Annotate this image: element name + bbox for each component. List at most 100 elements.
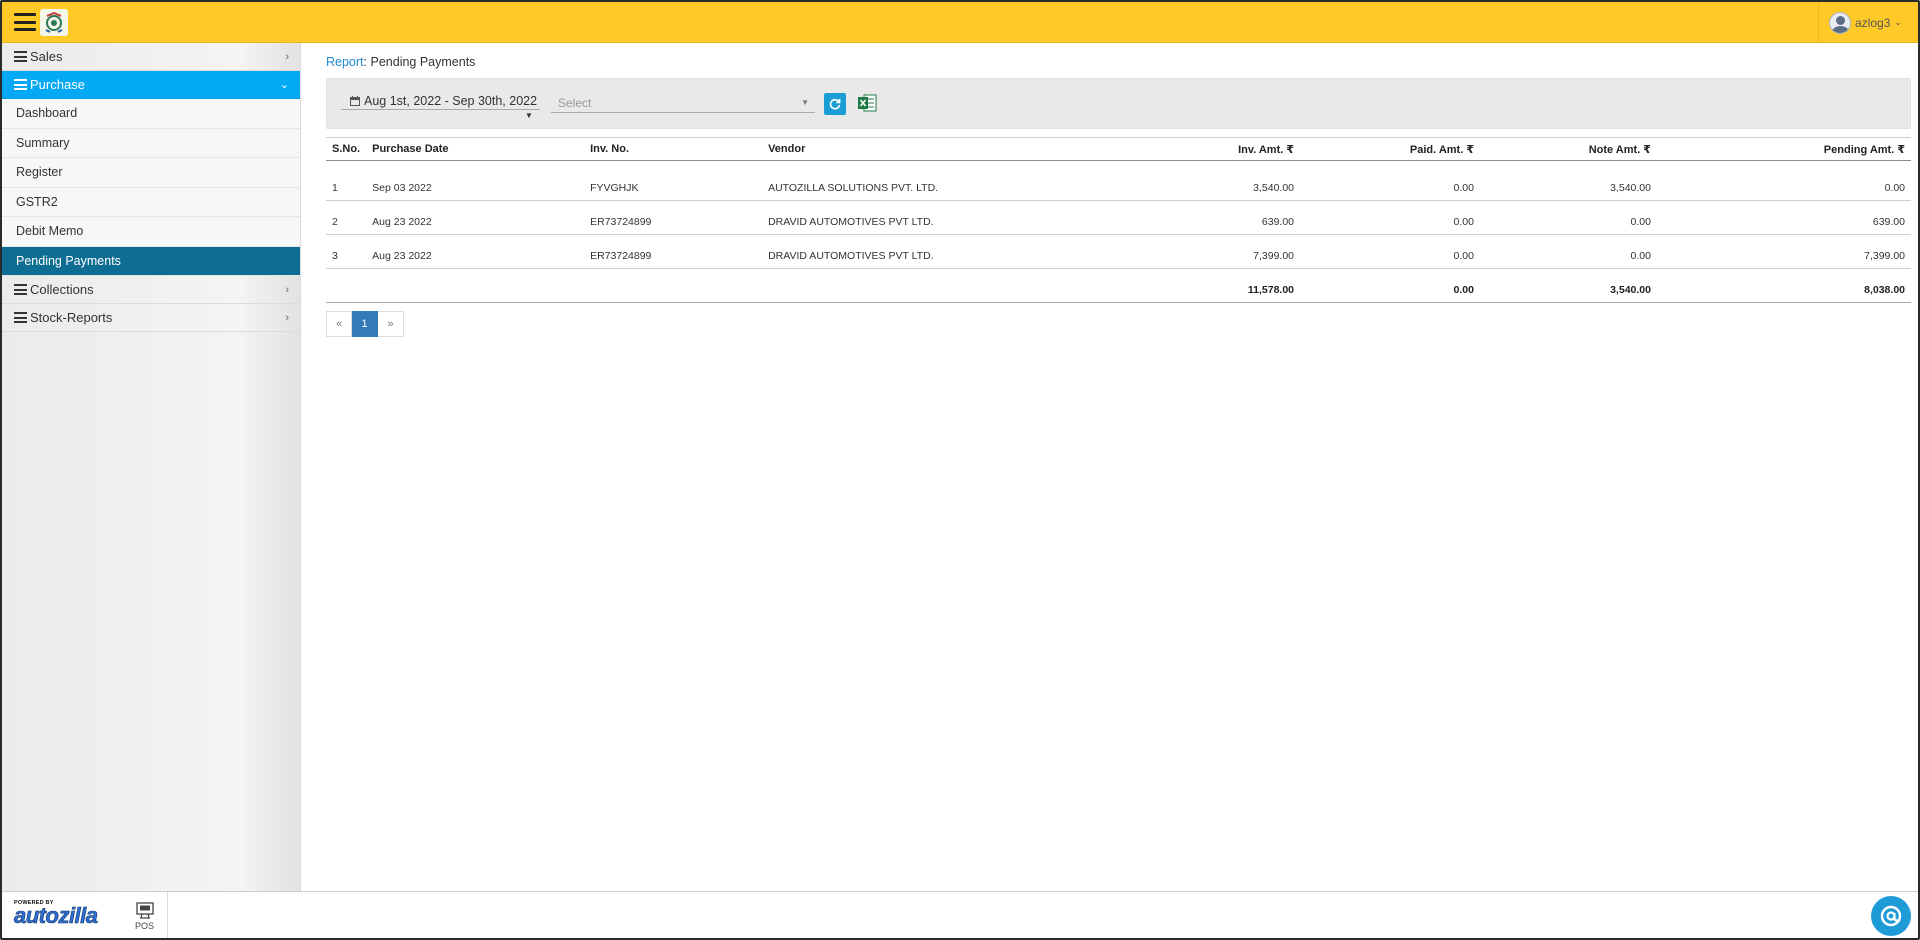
top-bar: azlog3 ⌄ xyxy=(2,2,1918,43)
footer-bar: POWERED BY autozilla POS xyxy=(2,891,1918,938)
main-content: Report: Pending Payments Aug 1st, 2022 -… xyxy=(326,43,1911,891)
column-header-inv-amt[interactable]: Inv. Amt. ₹ xyxy=(1101,137,1301,161)
cell-inv-no: ER73724899 xyxy=(584,234,763,269)
menu-bars-icon xyxy=(14,51,27,62)
menu-bars-icon xyxy=(14,79,27,90)
cell-note-amt: 0.00 xyxy=(1479,200,1657,235)
user-menu[interactable]: azlog3 ⌄ xyxy=(1818,2,1918,43)
pagination-prev-button[interactable]: « xyxy=(326,311,352,337)
cell-pending-amt: 0.00 xyxy=(1656,160,1911,201)
sidebar-item-debit-memo[interactable]: Debit Memo xyxy=(2,217,300,247)
cell-pending-amt: 7,399.00 xyxy=(1656,234,1911,269)
column-header-purchase-date[interactable]: Purchase Date xyxy=(366,137,585,161)
column-header-inv-no[interactable]: Inv. No. xyxy=(584,137,763,161)
app-window: azlog3 ⌄ Sales › Purchase ⌄ Dashboard Su… xyxy=(0,0,1920,940)
table-row[interactable]: 2 Aug 23 2022 ER73724899 DRAVID AUTOMOTI… xyxy=(326,200,1911,235)
column-header-paid-amt[interactable]: Paid. Amt. ₹ xyxy=(1300,137,1480,161)
table-row[interactable]: 1 Sep 03 2022 FYVGHJK AUTOZILLA SOLUTION… xyxy=(326,160,1911,201)
column-header-vendor[interactable]: Vendor xyxy=(762,137,1102,161)
chevron-right-icon: › xyxy=(285,311,289,324)
cell-sno: 3 xyxy=(326,234,367,269)
caret-down-icon: ▼ xyxy=(801,98,809,107)
page-title: Pending Payments xyxy=(370,55,476,69)
sidebar-group-label: Collections xyxy=(30,282,94,297)
sidebar-item-dashboard[interactable]: Dashboard xyxy=(2,99,300,129)
total-spacer xyxy=(584,268,763,303)
cell-inv-no: FYVGHJK xyxy=(584,160,763,201)
sidebar-group-purchase[interactable]: Purchase ⌄ xyxy=(2,71,300,99)
breadcrumb-report-link[interactable]: Report xyxy=(326,55,364,69)
pos-button[interactable]: POS xyxy=(122,892,168,938)
cell-sno: 1 xyxy=(326,160,367,201)
total-spacer xyxy=(326,268,367,303)
export-excel-button[interactable] xyxy=(857,93,877,113)
sidebar-item-summary[interactable]: Summary xyxy=(2,128,300,158)
table-header-row: S.No. Purchase Date Inv. No. Vendor Inv.… xyxy=(326,137,1911,161)
refresh-button[interactable] xyxy=(824,93,846,115)
sidebar-item-register[interactable]: Register xyxy=(2,158,300,188)
sidebar-group-label: Purchase xyxy=(30,77,85,92)
column-header-sno[interactable]: S.No. xyxy=(326,137,367,161)
sidebar-group-collections[interactable]: Collections › xyxy=(2,276,300,304)
total-note-amt: 3,540.00 xyxy=(1479,268,1657,303)
chevron-down-icon: ⌄ xyxy=(1894,17,1902,27)
sidebar-group-sales[interactable]: Sales › xyxy=(2,43,300,71)
date-range-picker[interactable]: Aug 1st, 2022 - Sep 30th, 2022 xyxy=(341,93,540,110)
cell-purchase-date: Sep 03 2022 xyxy=(366,160,585,201)
breadcrumb-separator: : xyxy=(363,55,368,69)
select-placeholder: Select xyxy=(558,95,592,110)
cell-inv-no: ER73724899 xyxy=(584,200,763,235)
chevron-right-icon: › xyxy=(285,50,289,63)
vendor-select[interactable]: Select ▼ xyxy=(551,93,815,113)
cell-paid-amt: 0.00 xyxy=(1300,160,1480,201)
chevron-down-icon: ⌄ xyxy=(279,79,289,91)
user-avatar-icon xyxy=(1829,11,1851,34)
total-inv-amt: 11,578.00 xyxy=(1101,268,1301,303)
sidebar: Sales › Purchase ⌄ Dashboard Summary Reg… xyxy=(2,43,301,891)
cell-note-amt: 0.00 xyxy=(1479,234,1657,269)
menu-bars-icon xyxy=(14,312,27,323)
cell-purchase-date: Aug 23 2022 xyxy=(366,234,585,269)
sidebar-group-stock-reports[interactable]: Stock-Reports › xyxy=(2,304,300,332)
date-range-value: Aug 1st, 2022 - Sep 30th, 2022 xyxy=(364,94,538,108)
cell-purchase-date: Aug 23 2022 xyxy=(366,200,585,235)
user-name: azlog3 xyxy=(1855,15,1891,30)
table-row[interactable]: 3 Aug 23 2022 ER73724899 DRAVID AUTOMOTI… xyxy=(326,234,1911,269)
menu-bars-icon xyxy=(14,284,27,295)
caret-down-icon[interactable]: ▼ xyxy=(525,111,533,120)
refresh-icon xyxy=(829,98,841,110)
cell-pending-amt: 639.00 xyxy=(1656,200,1911,235)
column-header-note-amt[interactable]: Note Amt. ₹ xyxy=(1479,137,1657,161)
cell-paid-amt: 0.00 xyxy=(1300,200,1480,235)
sidebar-group-label: Sales xyxy=(30,49,63,64)
pagination-next-button[interactable]: » xyxy=(378,311,404,337)
pending-payments-table: S.No. Purchase Date Inv. No. Vendor Inv.… xyxy=(326,137,1911,303)
cell-inv-amt: 3,540.00 xyxy=(1101,160,1301,201)
pagination: « 1 » xyxy=(326,311,404,337)
pos-label: POS xyxy=(134,921,154,931)
sidebar-group-label: Stock-Reports xyxy=(30,310,113,325)
pos-terminal-icon xyxy=(135,902,154,919)
sidebar-item-gstr2[interactable]: GSTR2 xyxy=(2,187,300,217)
sidebar-item-pending-payments[interactable]: Pending Payments xyxy=(2,246,300,276)
total-spacer xyxy=(366,268,585,303)
cell-sno: 2 xyxy=(326,200,367,235)
powered-by-logo: POWERED BY autozilla xyxy=(14,900,99,928)
cell-note-amt: 3,540.00 xyxy=(1479,160,1657,201)
excel-icon xyxy=(858,94,877,112)
table-total-row: 11,578.00 0.00 3,540.00 8,038.00 xyxy=(326,268,1911,303)
brand-logo: autozilla xyxy=(14,903,99,928)
breadcrumb: Report: Pending Payments xyxy=(326,55,475,69)
calendar-icon xyxy=(350,96,360,106)
chevron-right-icon: › xyxy=(285,283,289,296)
chat-support-button[interactable] xyxy=(1871,896,1911,936)
app-logo-icon[interactable] xyxy=(40,9,68,36)
filter-panel: Aug 1st, 2022 - Sep 30th, 2022 ▼ Select … xyxy=(326,78,1911,129)
cell-paid-amt: 0.00 xyxy=(1300,234,1480,269)
cell-inv-amt: 7,399.00 xyxy=(1101,234,1301,269)
pagination-page-1[interactable]: 1 xyxy=(352,311,378,337)
column-header-pending-amt[interactable]: Pending Amt. ₹ xyxy=(1656,137,1911,161)
hamburger-icon[interactable] xyxy=(14,13,36,31)
chat-support-icon xyxy=(1880,905,1902,927)
total-spacer xyxy=(762,268,1102,303)
